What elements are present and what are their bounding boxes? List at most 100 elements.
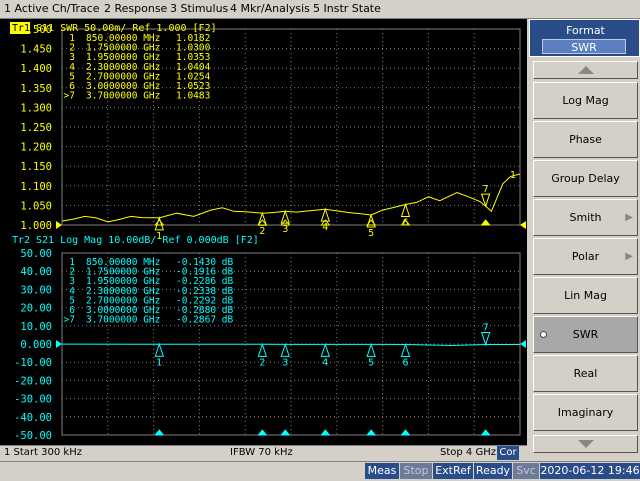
marker-triangle	[366, 342, 376, 357]
marker-triangle	[320, 342, 331, 357]
menu-instr-state[interactable]: 5 Instr State	[313, 2, 381, 15]
submenu-arrow-icon: ▶	[625, 251, 633, 262]
correction-badge: Cor	[497, 446, 519, 460]
menu-response[interactable]: 2 Response	[104, 2, 167, 15]
marker-label: 3	[282, 224, 288, 235]
status-ready: Ready	[474, 463, 512, 479]
marker-triangle	[280, 209, 290, 224]
y-tick-label: 30.00	[20, 284, 52, 296]
marker-label: 7	[483, 184, 489, 195]
marker-label: 6	[402, 358, 408, 369]
status-stop: Stop	[400, 463, 432, 479]
marker-label: 5	[368, 357, 374, 368]
softkey-polar[interactable]: Polar ▶	[533, 238, 638, 275]
stop-frequency[interactable]: Stop 4 GHz	[440, 447, 496, 458]
trace-tag: Tr1	[12, 23, 30, 34]
y-tick-label: 1.150	[20, 161, 52, 173]
y-tick-label: 1.400	[20, 63, 52, 75]
marker-label: 2	[259, 226, 265, 237]
menu-mkr-analysis[interactable]: 4 Mkr/Analysis	[230, 2, 310, 15]
status-meas: Meas	[365, 463, 399, 479]
trace-tag: Tr2	[12, 235, 30, 246]
marker-triangle	[400, 342, 411, 358]
marker-position-indicator	[480, 429, 491, 436]
menu-stimulus[interactable]: 3 Stimulus	[170, 2, 228, 15]
softkey-real[interactable]: Real	[533, 355, 638, 392]
format-current: SWR	[542, 39, 626, 54]
y-tick-label: 1.050	[20, 200, 52, 212]
measurement-screen[interactable]: 1.500 1.450 1.400 1.350 1.300 1.250 1.200 1.150…	[0, 19, 527, 461]
marker-triangle	[400, 202, 411, 217]
ifbw[interactable]: IFBW 70 kHz	[230, 447, 293, 458]
y-tick-label: 1.250	[20, 122, 52, 134]
marker-position-indicator	[154, 429, 165, 436]
marker-label: 5	[368, 228, 374, 239]
softkey-panel: Format SWR Log Mag Phase Group Delay Smi…	[529, 19, 640, 461]
y-tick-label: 50.00	[20, 248, 52, 260]
channel-status-bar: 1 Start 300 kHz IFBW 70 kHz Stop 4 GHz C…	[0, 445, 527, 462]
marker-label: 1	[156, 357, 162, 368]
marker-table-freq: 3.7000000 GHz	[86, 315, 160, 326]
softkey-log-mag[interactable]: Log Mag	[533, 82, 638, 119]
marker-triangle	[154, 342, 164, 357]
menu-active-ch-trace[interactable]: 1 Active Ch/Trace	[4, 2, 100, 15]
y-tick-label: 1.300	[20, 102, 52, 114]
y-tick-label: 20.00	[20, 303, 52, 315]
marker-position-indicator	[257, 429, 268, 436]
scroll-up-button[interactable]	[533, 61, 638, 79]
marker-position-indicator	[366, 429, 377, 436]
marker-table-id: >7	[64, 315, 75, 326]
marker-table-value: 1.0483	[176, 91, 210, 102]
marker-table-id: >7	[64, 91, 75, 102]
marker-label: 4	[322, 357, 328, 368]
marker-position-indicator	[400, 429, 411, 436]
y-tick-label: -30.00	[14, 394, 52, 406]
y-tick-label: -10.00	[14, 357, 52, 369]
marker-label: 7	[483, 323, 489, 334]
marker-position-indicator	[154, 219, 165, 226]
softkey-title: Format SWR	[529, 19, 640, 57]
y-tick-label: 1.350	[20, 83, 52, 95]
marker-triangle	[280, 342, 290, 357]
menu-bar: 1 Active Ch/Trace 2 Response 3 Stimulus …	[0, 0, 640, 19]
status-svc: Svc	[513, 463, 539, 479]
y-tick-label: 1.100	[20, 181, 52, 193]
reference-arrow-right	[520, 340, 526, 348]
softkey-imaginary[interactable]: Imaginary	[533, 394, 638, 431]
y-tick-label: 0.000	[20, 339, 52, 351]
y-tick-label: -40.00	[14, 412, 52, 424]
scroll-down-button[interactable]	[533, 435, 638, 453]
status-datetime: 2020-06-12 19:46	[540, 463, 640, 479]
softkey-phase[interactable]: Phase	[533, 121, 638, 158]
y-tick-label: -20.00	[14, 375, 52, 387]
start-frequency[interactable]: 1 Start 300 kHz	[4, 447, 82, 458]
y-tick-label: 1.000	[20, 220, 52, 232]
softkey-group-delay[interactable]: Group Delay	[533, 160, 638, 197]
marker-table-freq: 3.7000000 GHz	[86, 91, 160, 102]
softkey-smith[interactable]: Smith ▶	[533, 199, 638, 236]
reference-arrow-left	[56, 340, 62, 348]
y-tick-label: -50.00	[14, 430, 52, 442]
status-bar: Meas Stop ExtRef Ready Svc 2020-06-12 19…	[0, 461, 640, 481]
trace-header: S21 Log Mag 10.00dB/ Ref 0.000dB [F2]	[36, 235, 259, 246]
marker-table-value: -0.2867 dB	[176, 315, 233, 326]
y-tick-label: 10.00	[20, 321, 52, 333]
marker-label: 3	[282, 357, 288, 368]
trace-end-label: 1	[510, 170, 516, 181]
y-tick-label: 1.200	[20, 142, 52, 154]
softkey-swr[interactable]: SWR	[533, 316, 638, 353]
selected-radio-icon	[540, 331, 547, 338]
marker-triangle	[480, 332, 491, 347]
y-tick-label: 40.00	[20, 266, 52, 278]
trace-display: 1.5001.4501.4001.3501.3001.2501.2001.150…	[10, 22, 526, 442]
arrow-up-icon	[578, 66, 594, 74]
marker-position-indicator	[480, 219, 491, 226]
format-title: Format	[566, 24, 605, 37]
y-tick-label: 1.450	[20, 44, 52, 56]
status-extref: ExtRef	[433, 463, 473, 479]
marker-label: 2	[259, 357, 265, 368]
marker-label: 4	[322, 222, 328, 233]
arrow-down-icon	[578, 440, 594, 448]
submenu-arrow-icon: ▶	[625, 212, 633, 223]
softkey-lin-mag[interactable]: Lin Mag	[533, 277, 638, 314]
